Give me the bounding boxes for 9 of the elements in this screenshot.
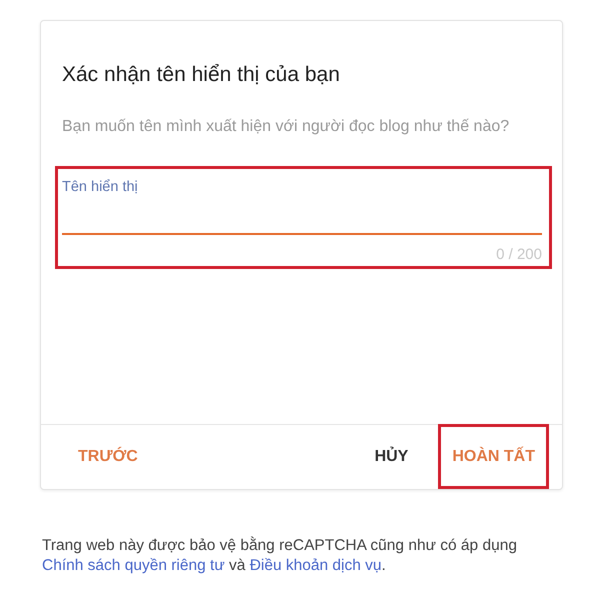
- dialog-description: Bạn muốn tên mình xuất hiện với người đọc blog như thế nào?: [62, 117, 510, 137]
- dialog-button[interactable]: HOÀN TẤT: [441, 427, 546, 486]
- dialog-button[interactable]: TRƯỚC: [67, 427, 149, 486]
- policy-link[interactable]: Điều khoản dịch vụ: [250, 557, 382, 574]
- recaptcha-notice: Trang web này được bảo vệ bằng reCAPTCHA cũng như có áp dụng Chính sách quyền riêng tư và Điều khoản dịch vụ.: [42, 536, 518, 576]
- policy-link[interactable]: Chính sách quyền riêng tư: [42, 557, 225, 574]
- display-name-field[interactable]: Tên hiển thị: [62, 178, 542, 235]
- dialog-button[interactable]: HỦY: [364, 427, 420, 486]
- dialog-title: Xác nhận tên hiển thị của bạn: [62, 62, 341, 88]
